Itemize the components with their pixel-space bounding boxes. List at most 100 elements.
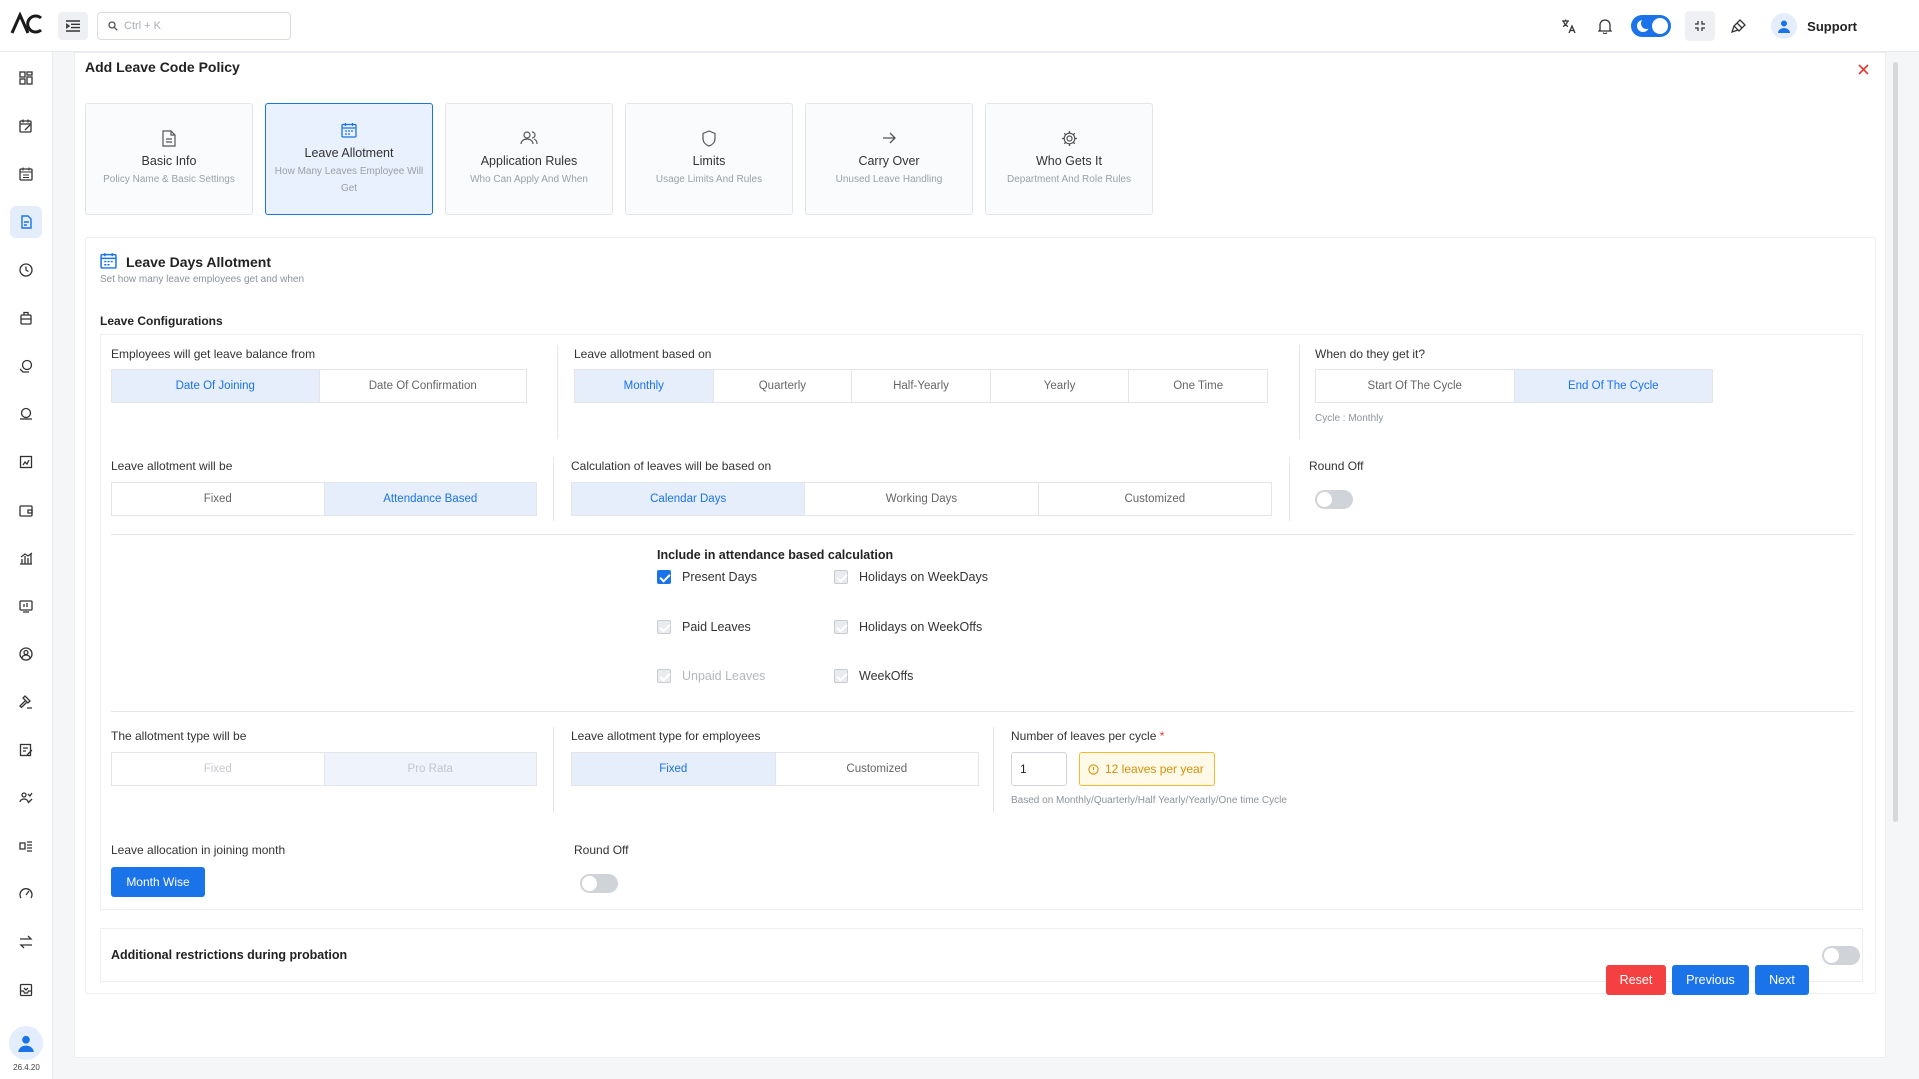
step-leave-allotment[interactable]: Leave Allotment How Many Leaves Employee… bbox=[265, 103, 433, 215]
next-button[interactable]: Next bbox=[1755, 965, 1809, 995]
shield-icon bbox=[702, 130, 716, 148]
users-icon bbox=[520, 130, 538, 148]
report-icon[interactable] bbox=[10, 446, 42, 478]
month-wise-button[interactable]: Month Wise bbox=[111, 867, 205, 897]
option-start-of-cycle[interactable]: Start Of The Cycle bbox=[1316, 370, 1515, 402]
menu-toggle-button[interactable] bbox=[58, 12, 88, 40]
checkbox-holidays-weekoffs[interactable]: Holidays on WeekOffs bbox=[834, 620, 982, 634]
checkbox-holidays-weekdays[interactable]: Holidays on WeekDays bbox=[834, 570, 988, 584]
leave-policy-icon[interactable] bbox=[10, 206, 42, 238]
search-box[interactable] bbox=[97, 12, 291, 40]
option-quarterly[interactable]: Quarterly bbox=[714, 370, 853, 402]
option-half-yearly[interactable]: Half-Yearly bbox=[852, 370, 991, 402]
balance-from-selector: Date Of Joining Date Of Confirmation bbox=[111, 369, 527, 403]
assets-icon[interactable] bbox=[10, 590, 42, 622]
cycle-basis-hint: Based on Monthly/Quarterly/Half Yearly/Y… bbox=[1011, 795, 1287, 806]
calendar-icon bbox=[100, 252, 117, 272]
tasks-icon[interactable] bbox=[10, 830, 42, 862]
checkbox[interactable] bbox=[657, 570, 671, 584]
step-subtitle: Policy Name & Basic Settings bbox=[103, 174, 235, 185]
calendar-icon[interactable] bbox=[10, 158, 42, 190]
probation-toggle[interactable] bbox=[1822, 946, 1860, 965]
step-application-rules[interactable]: Application Rules Who Can Apply And When bbox=[445, 103, 613, 215]
user-menu[interactable]: Support bbox=[1771, 13, 1857, 39]
wallet-icon[interactable] bbox=[10, 494, 42, 526]
checkbox[interactable] bbox=[834, 669, 848, 683]
analytics-icon[interactable] bbox=[10, 542, 42, 574]
checkbox[interactable] bbox=[657, 669, 671, 683]
checkbox-label: Unpaid Leaves bbox=[682, 669, 766, 683]
reset-button[interactable]: Reset bbox=[1606, 965, 1666, 995]
brush-icon[interactable] bbox=[1721, 8, 1757, 44]
checkbox-label: Holidays on WeekDays bbox=[859, 570, 988, 584]
sidebar: 26.4.20 bbox=[0, 52, 53, 1079]
label-text: Number of leaves per cycle bbox=[1011, 729, 1157, 743]
gavel-icon[interactable] bbox=[10, 686, 42, 718]
checkbox[interactable] bbox=[834, 570, 848, 584]
inbox-icon[interactable] bbox=[10, 974, 42, 1006]
option-one-time[interactable]: One Time bbox=[1129, 370, 1267, 402]
option-fixed[interactable]: Fixed bbox=[112, 483, 325, 515]
option-fixed[interactable]: Fixed bbox=[112, 753, 325, 785]
app-version: 26.4.20 bbox=[13, 1063, 40, 1072]
transfer-icon[interactable] bbox=[10, 926, 42, 958]
step-carry-over[interactable]: Carry Over Unused Leave Handling bbox=[805, 103, 973, 215]
user-avatar[interactable] bbox=[9, 1026, 43, 1060]
allotment-will-be-label: Leave allotment will be bbox=[111, 459, 233, 473]
team-icon[interactable] bbox=[10, 782, 42, 814]
option-date-of-joining[interactable]: Date Of Joining bbox=[112, 370, 320, 402]
previous-button[interactable]: Previous bbox=[1672, 965, 1749, 995]
app-logo[interactable] bbox=[10, 11, 44, 40]
checkbox-unpaid-leaves[interactable]: Unpaid Leaves bbox=[657, 669, 765, 683]
option-working-days[interactable]: Working Days bbox=[805, 483, 1039, 515]
option-calendar-days[interactable]: Calendar Days bbox=[572, 483, 806, 515]
briefcase-icon[interactable] bbox=[10, 302, 42, 334]
checkbox-present-days[interactable]: Present Days bbox=[657, 570, 757, 584]
speed-icon[interactable] bbox=[10, 878, 42, 910]
support-label: Support bbox=[1807, 18, 1857, 34]
step-who-gets-it[interactable]: Who Gets It Department And Role Rules bbox=[985, 103, 1153, 215]
document-icon bbox=[162, 130, 176, 148]
badge-text: 12 leaves per year bbox=[1105, 762, 1204, 776]
forms-icon[interactable] bbox=[10, 734, 42, 766]
checkbox-label: Paid Leaves bbox=[682, 620, 751, 634]
option-customized[interactable]: Customized bbox=[1039, 483, 1271, 515]
step-title: Application Rules bbox=[480, 154, 578, 168]
bell-icon[interactable] bbox=[1587, 8, 1623, 44]
option-attendance-based[interactable]: Attendance Based bbox=[324, 483, 536, 515]
checkbox-weekoffs[interactable]: WeekOffs bbox=[834, 669, 913, 683]
translate-icon[interactable] bbox=[1551, 8, 1587, 44]
search-input[interactable] bbox=[124, 20, 274, 32]
option-monthly[interactable]: Monthly bbox=[575, 370, 714, 402]
option-date-of-confirmation[interactable]: Date Of Confirmation bbox=[320, 370, 527, 402]
option-yearly[interactable]: Yearly bbox=[991, 370, 1130, 402]
round-off-toggle[interactable] bbox=[580, 874, 618, 893]
section-title: Leave Days Allotment bbox=[126, 254, 271, 270]
fullscreen-icon[interactable] bbox=[1685, 11, 1716, 41]
allotment-based-on-selector: Monthly Quarterly Half-Yearly Yearly One… bbox=[574, 369, 1268, 403]
allotment-will-be-selector: Fixed Attendance Based bbox=[111, 482, 537, 516]
round-off-toggle[interactable] bbox=[1315, 490, 1353, 509]
option-fixed[interactable]: Fixed bbox=[572, 753, 776, 785]
scrollbar[interactable] bbox=[1893, 62, 1898, 822]
leaves-per-cycle-input[interactable] bbox=[1011, 752, 1067, 786]
config-label: Leave Configurations bbox=[100, 314, 223, 328]
close-icon[interactable] bbox=[1853, 59, 1873, 79]
theme-toggle[interactable] bbox=[1631, 15, 1672, 37]
checkbox[interactable] bbox=[834, 620, 848, 634]
clock-icon[interactable] bbox=[10, 254, 42, 286]
option-end-of-cycle[interactable]: End Of The Cycle bbox=[1514, 370, 1712, 402]
option-customized[interactable]: Customized bbox=[776, 753, 979, 785]
coins-icon[interactable] bbox=[10, 398, 42, 430]
profile-icon[interactable] bbox=[10, 638, 42, 670]
calendar-edit-icon[interactable] bbox=[10, 110, 42, 142]
dashboard-icon[interactable] bbox=[10, 62, 42, 94]
step-title: Carry Over bbox=[858, 154, 920, 168]
allotment-based-on-label: Leave allotment based on bbox=[574, 347, 712, 361]
option-pro-rata[interactable]: Pro Rata bbox=[324, 753, 536, 785]
checkbox-paid-leaves[interactable]: Paid Leaves bbox=[657, 620, 751, 634]
checkbox[interactable] bbox=[657, 620, 671, 634]
money-icon[interactable] bbox=[10, 350, 42, 382]
step-limits[interactable]: Limits Usage Limits And Rules bbox=[625, 103, 793, 215]
step-basic-info[interactable]: Basic Info Policy Name & Basic Settings bbox=[85, 103, 253, 215]
